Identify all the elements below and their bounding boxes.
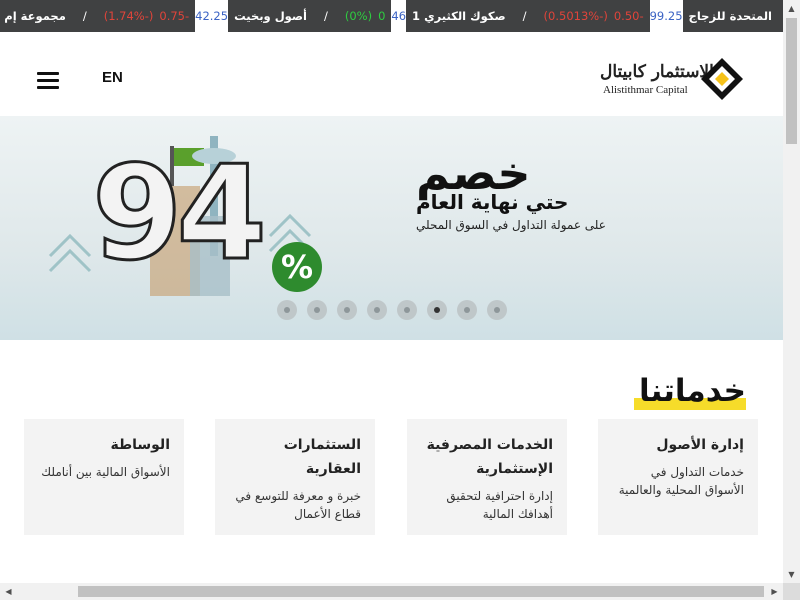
carousel-dot[interactable] — [427, 300, 447, 320]
discount-number: 94 — [91, 137, 269, 289]
service-card-title: الوساطة — [110, 437, 170, 453]
service-card-real-estate[interactable]: الستثمارات العقارية خبرة و معرفة للتوسع … — [215, 419, 375, 535]
ticker-name: المتحدة للزجاج — [688, 9, 772, 23]
ticker-price: 42.25 — [195, 0, 229, 32]
hero-subtitle: حتي نهاية العام — [416, 190, 569, 214]
service-card-brokerage[interactable]: الوساطة الأسواق المالية بين أناملك — [24, 419, 184, 535]
ticker-name: أصول وبخيت — [234, 9, 307, 23]
ticker-name: مجموعة إم بي سي — [0, 9, 66, 23]
ticker-price: 99.25 — [649, 0, 683, 32]
ticker-item[interactable]: أصول وبخيت 42.25 -0.75 (-1.74%) — [93, 0, 318, 32]
carousel-dot[interactable] — [457, 300, 477, 320]
ticker-percent: (-0.5013%) — [543, 9, 608, 23]
scroll-up-icon[interactable]: ▲ — [783, 0, 800, 17]
service-card-desc: الأسواق المالية بين أناملك — [41, 465, 170, 479]
ticker-change: -0.75 — [159, 9, 190, 23]
scroll-left-icon[interactable]: ◀ — [0, 583, 17, 600]
ticker-item[interactable]: مجموعة إم بي سي25-0.90-3. — [0, 0, 77, 32]
carousel-dot[interactable] — [337, 300, 357, 320]
scroll-right-icon[interactable]: ▶ — [766, 583, 783, 600]
ticker-separator: / — [323, 9, 328, 23]
ticker-change: -0.50 — [613, 9, 644, 23]
logo-english-text: Alistithmar Capital — [603, 84, 688, 96]
ticker-item[interactable]: المتحدة للزجاج 99.25 -0.50 (-0.5013%) — [533, 0, 783, 32]
carousel-dot[interactable] — [367, 300, 387, 320]
service-card-title: الخدمات المصرفية الإستثمارية — [426, 437, 553, 477]
percent-badge: % — [272, 242, 322, 292]
logo-arabic-text: الاستثمار كابيتال — [600, 62, 714, 82]
ticker-separator: / — [82, 9, 87, 23]
ticker-change: 0 — [378, 9, 386, 23]
service-card-title: إدارة الأصول — [656, 437, 744, 453]
ticker-percent: (0%) — [344, 9, 373, 23]
scrollbar-corner — [783, 583, 800, 600]
ticker-name: صكوك الكثيري 1 — [412, 9, 506, 23]
service-card-desc: خبرة و معرفة للتوسع في قطاع الأعمال — [235, 489, 361, 521]
service-card-investment-banking[interactable]: الخدمات المصرفية الإستثمارية إدارة احترا… — [407, 419, 567, 535]
services-title: خدماتنا — [638, 373, 746, 409]
hero-banner[interactable]: 94 % خصم حتي نهاية العام على عمولة التدا… — [0, 116, 783, 340]
site-header: EN الاستثمار كابيتال Alistithmar Capital — [0, 32, 783, 116]
language-toggle[interactable]: EN — [102, 69, 123, 86]
logo-diamond-icon[interactable] — [700, 57, 744, 101]
ticker-separator: / — [522, 9, 527, 23]
ticker-price: 46 — [391, 0, 407, 32]
carousel-dots — [277, 300, 507, 320]
carousel-dot[interactable] — [487, 300, 507, 320]
carousel-dot[interactable] — [307, 300, 327, 320]
service-card-desc: إدارة احترافية لتحقيق أهدافك المالية — [446, 489, 553, 521]
ticker-percent: (-1.74%) — [103, 9, 154, 23]
services-heading: خدماتنا — [634, 368, 746, 414]
hero-caption: على عمولة التداول في السوق المحلي — [416, 218, 606, 232]
carousel-dot[interactable] — [397, 300, 417, 320]
horizontal-scroll-thumb[interactable] — [78, 586, 764, 597]
vertical-scrollbar[interactable]: ▲ ▼ — [783, 0, 800, 600]
stock-ticker: المتحدة للزجاج 99.25 -0.50 (-0.5013%) / صكوك … — [0, 0, 783, 32]
carousel-dot[interactable] — [277, 300, 297, 320]
service-card-title: الستثمارات العقارية — [283, 437, 361, 477]
scroll-down-icon[interactable]: ▼ — [783, 566, 800, 583]
hamburger-menu-icon[interactable] — [37, 72, 59, 89]
service-card-desc: خدمات التداول في الأسواق المحلية والعالم… — [618, 465, 744, 497]
ticker-item[interactable]: صكوك الكثيري 1 46 0 (0%) — [334, 0, 517, 32]
horizontal-scrollbar[interactable]: ◀ ▶ — [0, 583, 783, 600]
vertical-scroll-thumb[interactable] — [786, 18, 797, 144]
service-card-asset-management[interactable]: إدارة الأصول خدمات التداول في الأسواق ال… — [598, 419, 758, 535]
ticker-track: المتحدة للزجاج 99.25 -0.50 (-0.5013%) / صكوك … — [0, 0, 783, 32]
